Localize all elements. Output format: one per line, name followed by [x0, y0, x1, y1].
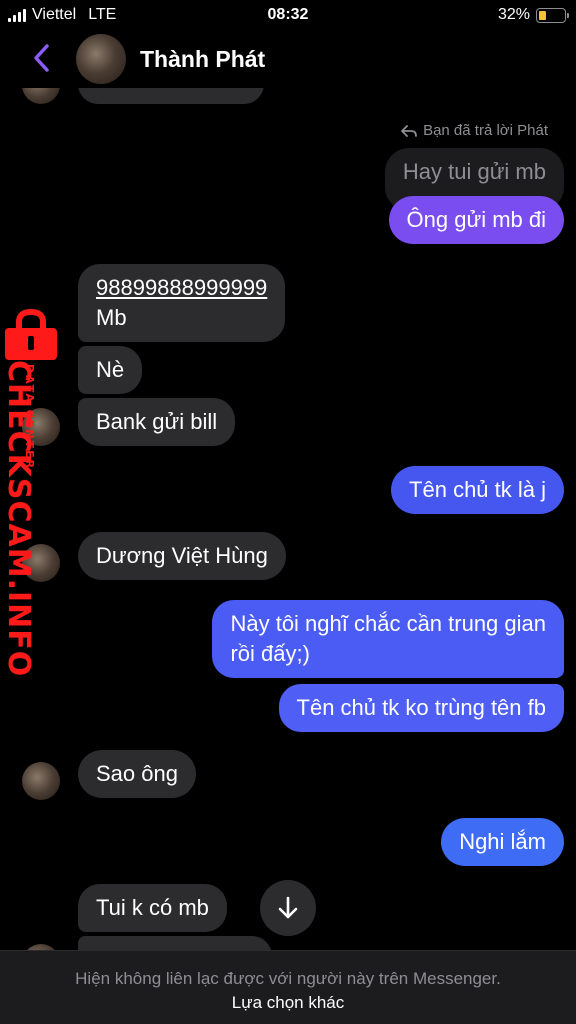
watermark: DATA CENTER CHECKSCAM.INFO — [0, 300, 70, 677]
status-bar: Viettel LTE 08:32 32% — [0, 0, 576, 30]
unavailable-notice: Hiện không liên lạc được với người này t… — [75, 969, 501, 988]
message-outgoing[interactable]: Nghi lắm — [441, 818, 564, 866]
scroll-to-bottom-button[interactable] — [260, 880, 316, 936]
message-text: Ông gửi mb đi — [406, 207, 546, 232]
message-text: Nè — [96, 357, 125, 382]
message-incoming[interactable]: Tui k có mb — [78, 884, 227, 932]
reply-note-text: Bạn đã trả lời Phát — [423, 122, 548, 139]
message-outgoing[interactable]: Ông gửi mb đi — [388, 196, 564, 244]
message-incoming[interactable]: Sao ông — [78, 750, 196, 798]
lock-icon — [5, 308, 57, 360]
status-time: 08:32 — [267, 6, 309, 23]
message-text: Mb — [96, 305, 127, 330]
message-incoming[interactable]: Bank gửi bill — [78, 398, 236, 446]
contact-avatar[interactable] — [76, 34, 126, 84]
message-text: Bank gửi bill — [96, 409, 218, 434]
quoted-message-text: Hay tui gửi mb — [402, 159, 546, 184]
reply-icon — [401, 124, 417, 137]
watermark-title: CHECKSCAM.INFO — [1, 360, 36, 678]
message-text: Sao ông — [96, 761, 178, 786]
message-incoming[interactable]: Dương Việt Hùng — [78, 532, 286, 580]
account-number-link[interactable]: 98899888999999 — [96, 273, 267, 303]
message-outgoing[interactable]: Tên chủ tk là j — [391, 466, 564, 514]
message-text: Tên chủ tk là j — [409, 477, 546, 502]
message-text: Tên chủ tk ko trùng tên fb — [296, 695, 546, 720]
reply-note: Bạn đã trả lời Phát — [401, 122, 548, 139]
battery-percent: 32% — [497, 6, 530, 23]
avatar[interactable] — [22, 762, 60, 800]
message-text: rồi đấy;) — [230, 641, 310, 666]
message-text: Tui k có mb — [96, 895, 209, 920]
message-text: Này tôi nghĩ chắc cần trung gian — [230, 611, 546, 636]
contact-name[interactable]: Thành Phát — [140, 46, 265, 73]
battery-icon — [536, 7, 569, 23]
message-text: Nghi lắm — [459, 829, 546, 854]
back-button[interactable] — [26, 40, 56, 76]
arrow-down-icon — [278, 896, 298, 919]
message-outgoing[interactable]: Này tôi nghĩ chắc cần trung gian rồi đấy… — [212, 600, 564, 678]
message-incoming[interactable]: 98899888999999 Mb — [78, 264, 286, 342]
other-options-link[interactable]: Lựa chọn khác — [0, 993, 576, 1013]
conversation-header: Thành Phát — [0, 30, 576, 88]
message-incoming[interactable]: Nè — [78, 346, 143, 394]
chevron-left-icon — [34, 44, 49, 72]
message-text: Dương Việt Hùng — [96, 543, 268, 568]
status-right: 32% — [497, 6, 569, 24]
messenger-footer: Hiện không liên lạc được với người này t… — [0, 950, 576, 1024]
message-outgoing[interactable]: Tên chủ tk ko trùng tên fb — [278, 684, 564, 732]
